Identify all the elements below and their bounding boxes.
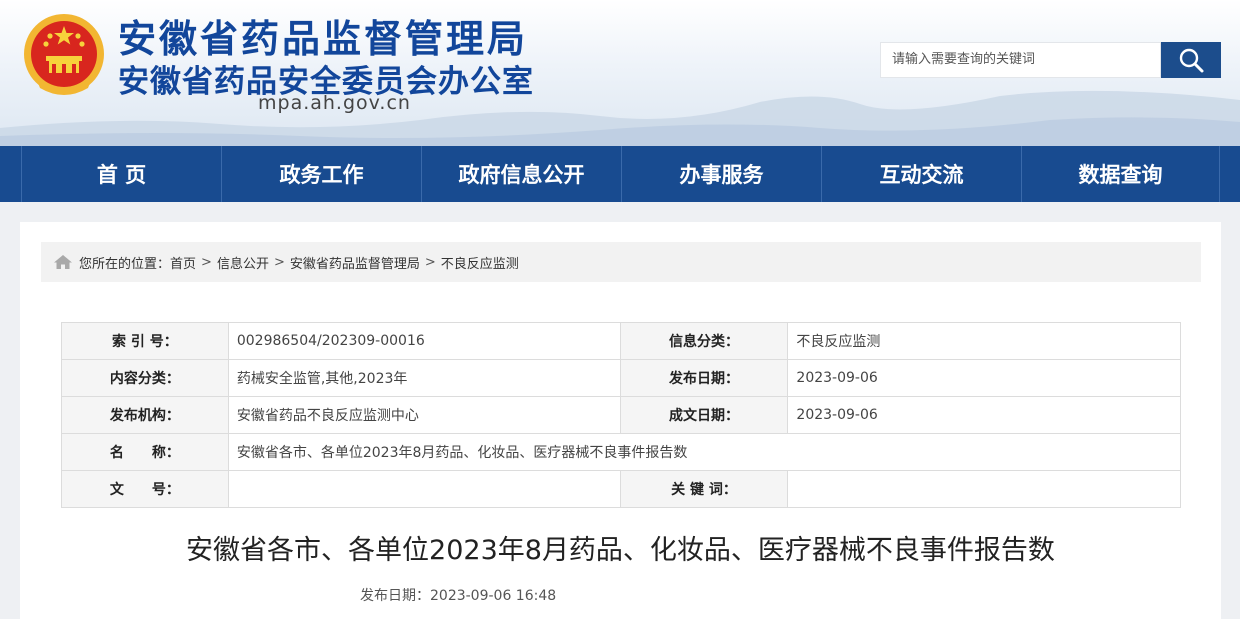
breadcrumb-info-disclosure[interactable]: 信息公开 (217, 253, 269, 272)
search-icon (1179, 48, 1204, 73)
doc-name-value: 安徽省各市、各单位2023年8月药品、化妆品、医疗器械不良事件报告数 (227, 433, 1182, 471)
category-value: 不良反应监测 (787, 322, 1181, 360)
site-header: 安徽省药品监督管理局 安徽省药品安全委员会办公室 mpa.ah.gov.cn 请… (0, 0, 1240, 146)
nav-item-government-work[interactable]: 政务工作 (222, 146, 422, 202)
article-publish-date: 发布日期：2023-09-06 16:48 (360, 588, 557, 604)
issuer-label: 发布机构： (61, 396, 229, 434)
content-type-value: 药械安全监管,其他,2023年 (227, 359, 621, 397)
keywords-label: 关 键 词： (619, 470, 789, 508)
nav-divider (0, 146, 22, 202)
home-icon (54, 255, 72, 269)
breadcrumb-home[interactable]: 首页 (170, 253, 196, 272)
keywords-value (787, 470, 1181, 508)
table-row: 名 称： 安徽省各市、各单位2023年8月药品、化妆品、医疗器械不良事件报告数 (61, 433, 1182, 471)
breadcrumb-separator: > (273, 254, 285, 270)
table-row: 索 引 号： 002986504/202309-00016 信息分类： 不良反应… (61, 322, 1181, 360)
breadcrumb-prefix: 您所在的位置： (79, 256, 171, 272)
content-panel: 您所在的位置： 首页 > 信息公开 > 安徽省药品监督管理局 > 不良反应监测 … (20, 222, 1221, 619)
search-box: 请输入需要查询的关键词 (880, 42, 1221, 78)
nav-item-home[interactable]: 首 页 (22, 146, 222, 202)
site-domain: mpa.ah.gov.cn (258, 92, 411, 114)
table-row: 文 号： 关 键 词： (61, 470, 1181, 508)
index-label: 索 引 号： (61, 322, 229, 360)
breadcrumb-separator: > (424, 254, 436, 270)
nav-item-data-query[interactable]: 数据查询 (1022, 146, 1220, 202)
doc-name-label: 名 称： (61, 433, 229, 471)
category-label: 信息分类： (619, 322, 789, 360)
doc-number-label: 文 号： (61, 470, 229, 508)
publish-date-value: 2023-09-06 (787, 359, 1181, 397)
created-date-label: 成文日期： (619, 396, 789, 434)
breadcrumb: 您所在的位置： 首页 > 信息公开 > 安徽省药品监督管理局 > 不良反应监测 (41, 242, 1201, 282)
search-input[interactable]: 请输入需要查询的关键词 (880, 42, 1161, 78)
site-title: 安徽省药品监督管理局 (118, 17, 529, 61)
table-row: 内容分类： 药械安全监管,其他,2023年 发布日期： 2023-09-06 (61, 359, 1181, 397)
article-title: 安徽省各市、各单位2023年8月药品、化妆品、医疗器械不良事件报告数 (186, 535, 1055, 566)
issuer-value: 安徽省药品不良反应监测中心 (227, 396, 621, 434)
table-row: 发布机构： 安徽省药品不良反应监测中心 成文日期： 2023-09-06 (61, 396, 1181, 434)
nav-item-interaction[interactable]: 互动交流 (822, 146, 1022, 202)
index-value: 002986504/202309-00016 (227, 322, 621, 360)
nav-item-services[interactable]: 办事服务 (622, 146, 822, 202)
breadcrumb-bureau[interactable]: 安徽省药品监督管理局 (290, 253, 420, 272)
content-type-label: 内容分类： (61, 359, 229, 397)
main-nav: 首 页 政务工作 政府信息公开 办事服务 互动交流 数据查询 (0, 146, 1240, 202)
national-emblem-icon (24, 14, 104, 95)
doc-number-value (227, 470, 621, 508)
breadcrumb-separator: > (201, 254, 212, 270)
publish-date-label: 发布日期： (619, 359, 789, 397)
created-date-value: 2023-09-06 (787, 396, 1181, 434)
search-button[interactable] (1161, 42, 1221, 78)
document-meta-table: 索 引 号： 002986504/202309-00016 信息分类： 不良反应… (61, 322, 1182, 508)
breadcrumb-adr-monitoring[interactable]: 不良反应监测 (441, 253, 519, 272)
nav-item-info-disclosure[interactable]: 政府信息公开 (422, 146, 622, 202)
